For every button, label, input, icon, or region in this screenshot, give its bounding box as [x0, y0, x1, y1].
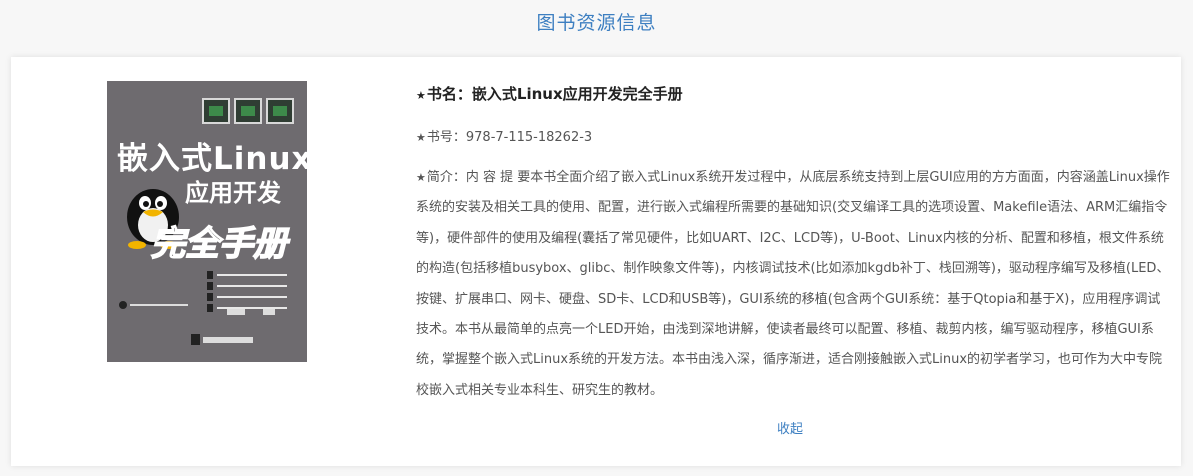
book-cover-image: 嵌入式Linux 应用开发 完全手册: [107, 81, 307, 362]
book-name-value: 嵌入式Linux应用开发完全手册: [471, 85, 683, 103]
cover-author: [227, 309, 287, 315]
cover-chip-1: [202, 98, 230, 124]
cover-title-line1: 嵌入式Linux: [117, 141, 307, 177]
star-icon: ★: [416, 171, 426, 184]
publisher-logo-icon: [191, 334, 200, 345]
cover-publisher: [203, 337, 253, 343]
star-icon: ★: [416, 89, 426, 102]
star-icon: ★: [416, 131, 426, 144]
cover-bullet: [207, 271, 299, 279]
book-name-label: 书名：: [426, 85, 472, 103]
book-isbn: ★书号：978-7-115-18262-3: [416, 126, 592, 145]
book-isbn-label: 书号：: [426, 130, 466, 145]
book-info-card: 嵌入式Linux 应用开发 完全手册 ★书名：嵌入式Linux应用开发完全手册 …: [11, 57, 1181, 466]
cover-chip-3: [266, 98, 294, 124]
book-name: ★书名：嵌入式Linux应用开发完全手册: [416, 83, 683, 104]
cover-badge-dot: [119, 301, 127, 309]
book-summary-label: 简介：: [426, 170, 466, 185]
cover-title-line2: 应用开发: [185, 179, 281, 207]
cover-chip-images: [202, 98, 297, 124]
cover-badge: [119, 301, 189, 309]
cover-badge-line: [130, 304, 188, 306]
cover-bullet: [207, 293, 299, 301]
cover-title-line3: 完全手册: [150, 223, 288, 265]
page-title: 图书资源信息: [536, 12, 657, 34]
cover-bullet: [207, 282, 299, 290]
book-isbn-value: 978-7-115-18262-3: [465, 130, 593, 145]
collapse-link[interactable]: 收起: [777, 418, 803, 437]
book-summary: ★简介：内 容 提 要本书全面介绍了嵌入式Linux系统开发过程中，从底层系统支…: [416, 163, 1173, 406]
cover-chip-2: [234, 98, 262, 124]
book-summary-value: 内 容 提 要本书全面介绍了嵌入式Linux系统开发过程中，从底层系统支持到上层…: [416, 170, 1170, 398]
